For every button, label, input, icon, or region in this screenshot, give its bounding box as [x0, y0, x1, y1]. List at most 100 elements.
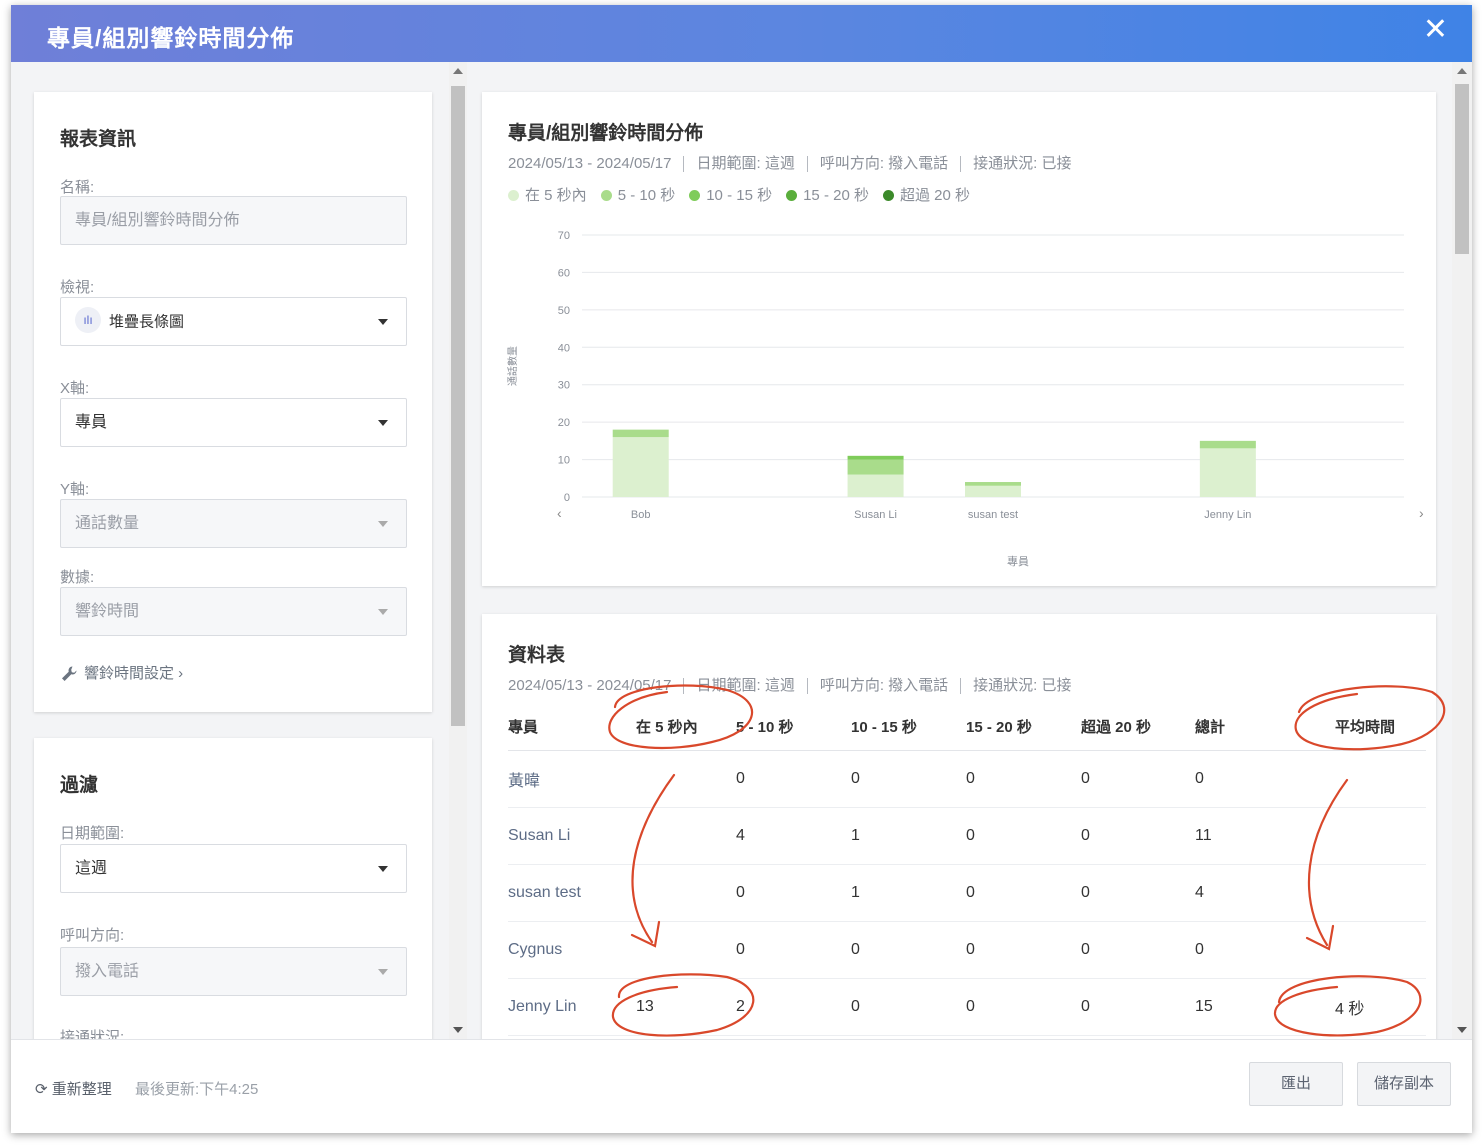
table-cell: 2	[736, 978, 851, 1036]
legend-item[interactable]: 超過 20 秒	[882, 184, 970, 205]
table-cell	[622, 864, 736, 922]
table-cell: 0	[1081, 864, 1195, 922]
report-pane: 專員/組別響鈴時間分佈 2024/05/13 - 2024/05/17 日期範圍:…	[467, 62, 1452, 1039]
legend-dot	[882, 189, 894, 201]
scroll-thumb[interactable]	[1455, 84, 1469, 254]
scroll-down-icon[interactable]	[1457, 1027, 1467, 1033]
column-header[interactable]: 專員	[508, 704, 622, 751]
x-tick-label: Susan Li	[854, 509, 897, 521]
table-cell: 0	[1081, 750, 1195, 808]
agent-name-cell[interactable]: Jenny Lin	[508, 978, 622, 1036]
save-copy-button[interactable]: 儲存副本	[1357, 1062, 1451, 1106]
refresh-icon: ⟳	[35, 1081, 48, 1098]
ring-time-setting-link[interactable]: 響鈴時間設定 ›	[60, 662, 183, 683]
scroll-thumb[interactable]	[451, 86, 465, 726]
settings-scrollbar[interactable]	[449, 62, 467, 1039]
table-cell: 0	[1081, 978, 1195, 1036]
scroll-up-icon[interactable]	[1457, 68, 1467, 74]
table-cell: 0	[736, 864, 851, 922]
bar-segment	[612, 437, 669, 497]
filter-heading: 過濾	[60, 775, 99, 796]
legend-label: 15 - 20 秒	[803, 187, 869, 204]
table-meta: 2024/05/13 - 2024/05/17 日期範圍: 這週 呼叫方向: 撥入電…	[508, 674, 1072, 695]
x-tick-label: susan test	[968, 509, 1018, 521]
scroll-up-icon[interactable]	[453, 68, 463, 74]
table-header-row: 專員在 5 秒內 5 - 10 秒 10 - 15 秒 15 - 20 秒超過 20 …	[508, 704, 1426, 751]
column-header[interactable]: 平均時間	[1295, 704, 1426, 751]
chart-legend: 在 5 秒內 5 - 10 秒 10 - 15 秒 15 - 20 秒 超過 20 秒	[508, 184, 984, 205]
agent-name-cell[interactable]: Susan Li	[508, 807, 622, 865]
export-button[interactable]: 匯出	[1249, 1062, 1343, 1106]
direction-label: 呼叫方向:	[60, 927, 125, 944]
table-cell: 1	[851, 864, 966, 922]
view-select[interactable]: ılı 堆疊長條圖	[60, 297, 407, 346]
column-header[interactable]: 10 - 15 秒	[851, 704, 966, 751]
column-header[interactable]: 在 5 秒內	[622, 704, 736, 751]
y-tick-label: 30	[558, 380, 570, 392]
table-body: 黃暐 0 0 0 0 0 Susan Li 4 1 0 0 11 susan test 0 1 0 0 4 Cygn…	[508, 750, 1426, 1036]
table-cell: 0	[1081, 921, 1195, 979]
column-header[interactable]: 超過 20 秒	[1081, 704, 1195, 751]
table-cell: 0	[1195, 921, 1295, 979]
table-cell: 4 秒	[1295, 978, 1426, 1036]
x-axis-value: 專員	[75, 414, 108, 431]
y-axis-select: 通話數量	[60, 499, 407, 548]
table-cell	[1295, 864, 1426, 922]
legend-item[interactable]: 15 - 20 秒	[786, 184, 869, 205]
bar-segment	[612, 429, 669, 438]
name-field: 專員/組別響鈴時間分佈	[60, 196, 407, 245]
table-cell	[622, 807, 736, 865]
x-axis-select[interactable]: 專員	[60, 398, 407, 447]
chevron-down-icon	[378, 969, 388, 975]
report-dialog: 專員/組別響鈴時間分佈 ✕ 報表資訊 名稱: 專員/組別響鈴時間分佈 檢視: ı…	[11, 5, 1472, 1133]
meta-status: 接通狀況: 已接	[973, 677, 1072, 694]
bar-segment	[1199, 448, 1256, 497]
data-table-card: 資料表 2024/05/13 - 2024/05/17 日期範圍: 這週 呼叫方向:…	[482, 614, 1436, 1039]
x-tick-label: Jenny Lin	[1204, 509, 1251, 521]
date-range-select[interactable]: 這週	[60, 844, 407, 893]
legend-item[interactable]: 5 - 10 秒	[600, 184, 675, 205]
chevron-down-icon	[378, 420, 388, 426]
dialog-titlebar: 專員/組別響鈴時間分佈 ✕	[11, 5, 1472, 62]
status-label: 接通狀況:	[60, 1029, 125, 1039]
y-axis-label: Y軸:	[60, 481, 90, 498]
table-cell: 13	[622, 978, 736, 1036]
table-row: susan test 0 1 0 0 4	[508, 864, 1426, 922]
chart-meta: 2024/05/13 - 2024/05/17 日期範圍: 這週 呼叫方向: 撥入電…	[508, 152, 1072, 173]
column-header[interactable]: 總計	[1195, 704, 1295, 751]
column-header[interactable]: 15 - 20 秒	[966, 704, 1081, 751]
agent-name-cell[interactable]: 黃暐	[508, 750, 622, 808]
table-cell: 0	[736, 921, 851, 979]
agent-name-cell[interactable]: Cygnus	[508, 921, 622, 979]
refresh-button[interactable]: ⟳ 重新整理	[35, 1078, 112, 1099]
view-label: 檢視:	[60, 279, 95, 296]
table-cell	[1295, 807, 1426, 865]
chevron-left-icon: ‹	[557, 505, 562, 521]
report-scrollbar[interactable]	[1452, 62, 1472, 1039]
bar-segment	[847, 455, 904, 460]
close-icon[interactable]: ✕	[1423, 15, 1448, 45]
legend-label: 10 - 15 秒	[706, 187, 773, 204]
y-tick-label: 60	[558, 267, 570, 279]
table-cell: 0	[851, 978, 966, 1036]
table-cell: 11	[1195, 807, 1295, 865]
agent-name-cell[interactable]: susan test	[508, 864, 622, 922]
legend-item[interactable]: 在 5 秒內	[508, 184, 587, 205]
scroll-down-icon[interactable]	[453, 1027, 463, 1033]
stacked-bar-chart: 0 10 20 30 40 50 60 70 通話數量 Bob Susan Li susan test…	[506, 230, 1424, 567]
y-axis-title: 通話數量	[506, 346, 519, 386]
table-cell	[622, 750, 736, 808]
table-cell: 4	[1195, 864, 1295, 922]
column-header[interactable]: 5 - 10 秒	[736, 704, 851, 751]
table-cell: 0	[736, 750, 851, 808]
table-row: 黃暐 0 0 0 0 0	[508, 750, 1426, 808]
dialog-title: 專員/組別響鈴時間分佈	[47, 25, 295, 51]
report-info-heading: 報表資訊	[60, 129, 137, 150]
legend-item[interactable]: 10 - 15 秒	[689, 184, 772, 205]
date-range-label: 日期範圍:	[60, 825, 125, 842]
table-cell: 0	[966, 750, 1081, 808]
y-tick-label: 70	[558, 230, 570, 242]
bar-chart-icon: ılı	[75, 306, 101, 333]
report-info-card: 報表資訊 名稱: 專員/組別響鈴時間分佈 檢視: ılı 堆疊長條圖 X軸: 專員…	[34, 92, 432, 712]
table-cell: 0	[966, 921, 1081, 979]
